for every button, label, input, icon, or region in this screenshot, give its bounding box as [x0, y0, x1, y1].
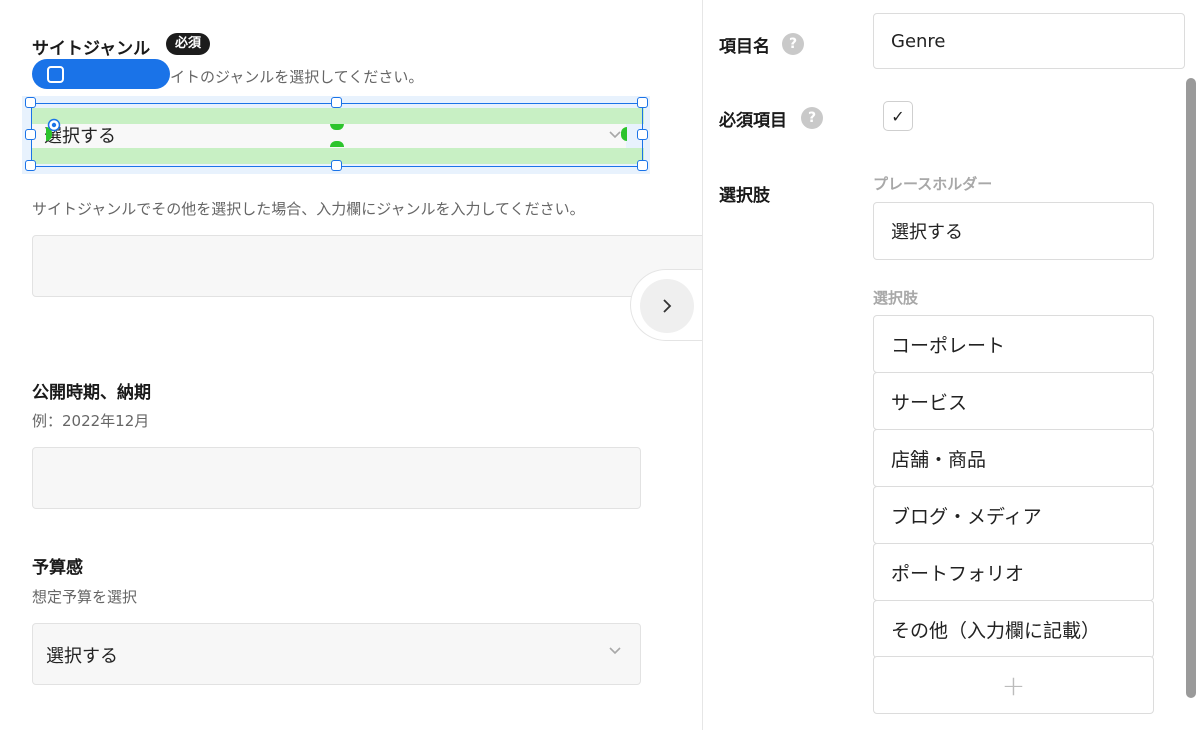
schedule-label: 公開時期、納期: [32, 383, 151, 403]
panel-toggle-inner: [640, 279, 694, 333]
site-genre-label: サイトジャンル: [32, 39, 151, 59]
item-name-label: 項目名: [719, 37, 770, 57]
check-icon: ✓: [891, 106, 905, 126]
resize-handle-bc[interactable]: [331, 160, 342, 171]
plus-icon: +: [1001, 668, 1026, 702]
option-input[interactable]: ポートフォリオ: [873, 543, 1154, 601]
schedule-input[interactable]: [32, 447, 641, 509]
form-canvas: サイトジャンル 必須 イトのジャンルを選択してください。 選択する サイトジャン…: [0, 0, 732, 730]
option-input[interactable]: ブログ・メディア: [873, 486, 1154, 544]
option-input[interactable]: サービス: [873, 372, 1154, 430]
budget-select[interactable]: 選択する: [32, 623, 641, 685]
item-name-input[interactable]: Genre: [873, 13, 1185, 69]
site-genre-description: イトのジャンルを選択してください。: [170, 68, 424, 86]
option-input[interactable]: 店舗・商品: [873, 429, 1154, 487]
drag-handle-icon[interactable]: [47, 118, 61, 132]
question-icon[interactable]: ?: [782, 33, 804, 55]
selection-border: [31, 103, 643, 167]
option-input[interactable]: コーポレート: [873, 315, 1154, 373]
scrollbar[interactable]: [1186, 78, 1196, 698]
option-input[interactable]: その他（入力欄に記載）: [873, 600, 1154, 658]
required-badge: 必須: [166, 33, 211, 55]
resize-handle-tl[interactable]: [25, 97, 36, 108]
budget-select-value: 選択する: [46, 646, 118, 667]
options-sublabel: 選択肢: [873, 289, 919, 307]
resize-handle-br[interactable]: [637, 160, 648, 171]
resize-handle-tr[interactable]: [637, 97, 648, 108]
required-label: 必須項目: [719, 111, 787, 131]
element-type-tag[interactable]: [32, 59, 170, 89]
add-option-button[interactable]: +: [873, 656, 1154, 714]
genre-other-description: サイトジャンルでその他を選択した場合、入力欄にジャンルを入力してください。: [32, 200, 585, 218]
budget-label: 予算感: [32, 558, 83, 578]
resize-marker-bottom[interactable]: [330, 141, 344, 147]
resize-handle-mr[interactable]: [637, 129, 648, 140]
schedule-description: 例：2022年12月: [32, 412, 150, 430]
resize-handle-bl[interactable]: [25, 160, 36, 171]
panel-toggle-button[interactable]: [630, 269, 702, 341]
resize-handle-tc[interactable]: [331, 97, 342, 108]
resize-marker-right[interactable]: [621, 127, 627, 141]
resize-handle-ml[interactable]: [25, 129, 36, 140]
placeholder-input[interactable]: 選択する: [873, 202, 1154, 260]
question-icon[interactable]: ?: [801, 107, 823, 129]
required-checkbox[interactable]: ✓: [883, 101, 913, 131]
square-icon: [47, 65, 64, 83]
chevron-right-icon: [663, 299, 672, 313]
genre-other-input[interactable]: [32, 235, 732, 297]
placeholder-sublabel: プレースホルダー: [873, 175, 993, 193]
chevron-down-icon: [609, 647, 621, 655]
options-label: 選択肢: [719, 186, 770, 206]
budget-description: 想定予算を選択: [32, 588, 138, 606]
